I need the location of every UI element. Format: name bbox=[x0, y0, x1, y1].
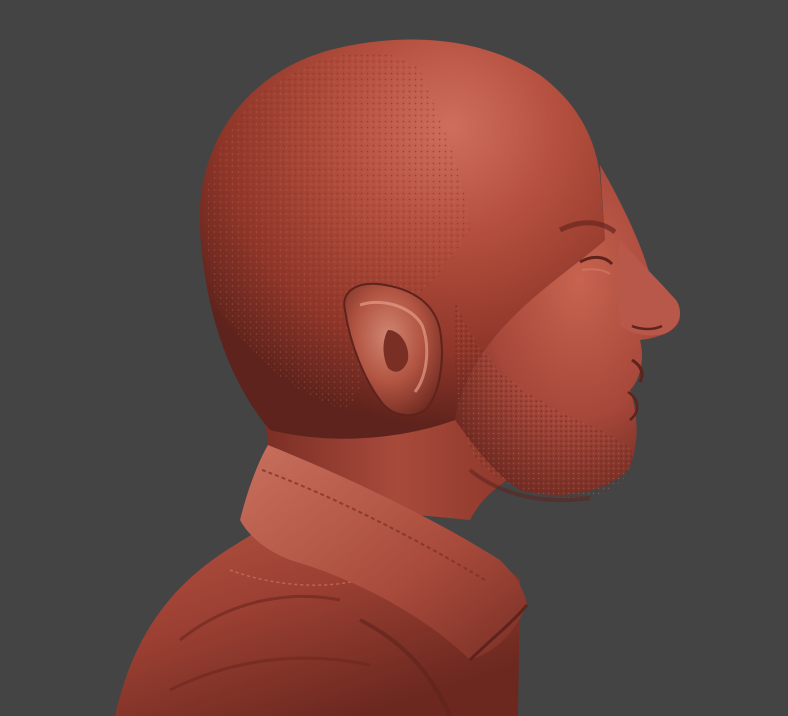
sculpt-viewport[interactable] bbox=[0, 0, 788, 716]
sculpt-render bbox=[115, 39, 680, 716]
nose bbox=[617, 240, 680, 336]
